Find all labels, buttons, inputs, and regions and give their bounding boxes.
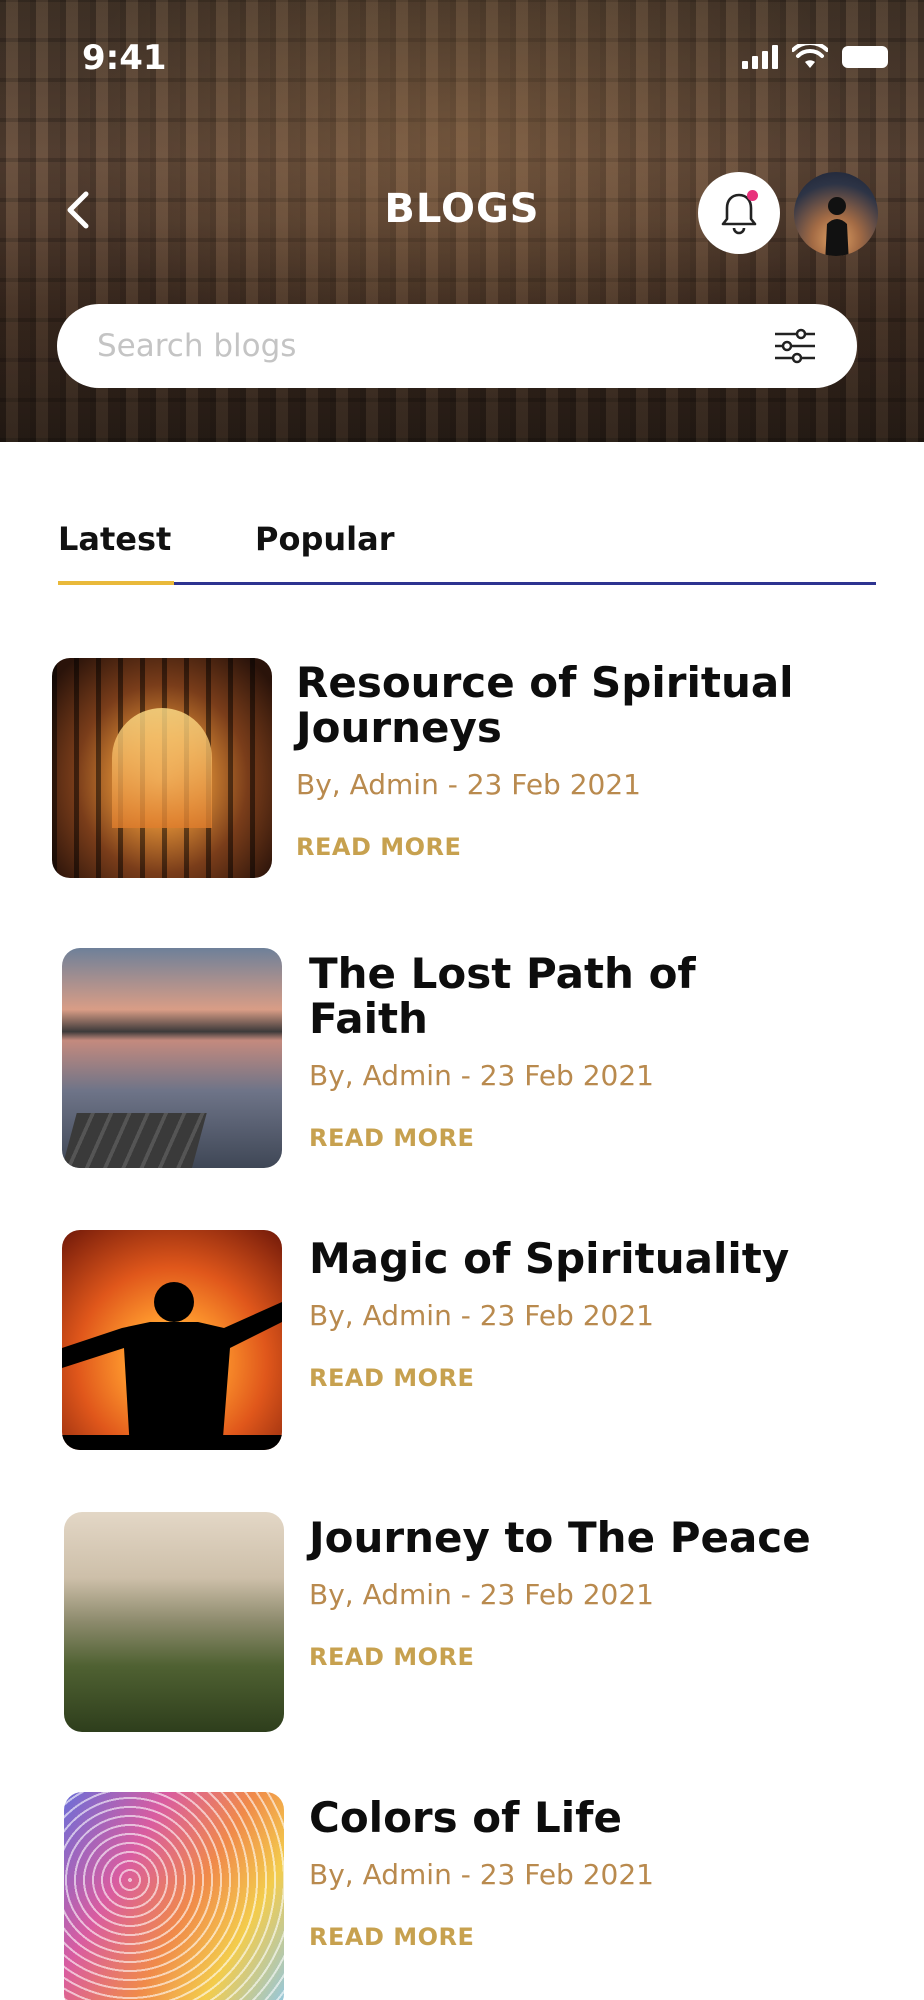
battery-icon	[842, 46, 888, 68]
blog-meta: By, Admin - 23 Feb 2021	[309, 1858, 654, 1891]
search-bar[interactable]	[57, 304, 857, 388]
tab-active-indicator	[58, 581, 174, 585]
blog-thumbnail	[62, 948, 282, 1168]
avatar-silhouette	[825, 197, 849, 256]
blog-title: The Lost Path of Faith	[309, 949, 696, 1043]
blog-thumbnail	[64, 1792, 284, 2000]
read-more-link[interactable]: READ MORE	[309, 1643, 474, 1671]
blog-item-resource-of-spiritual-journeys[interactable]: Resource of Spiritual Journeys By, Admin…	[0, 656, 924, 886]
status-bar: 9:41	[0, 0, 924, 110]
blog-thumbnail	[62, 1230, 282, 1450]
cellular-signal-icon	[742, 45, 778, 69]
read-more-link[interactable]: READ MORE	[296, 833, 461, 861]
blog-title: Resource of Spiritual Journeys	[296, 658, 794, 752]
blog-title: Journey to The Peace	[309, 1513, 811, 1562]
search-input[interactable]	[97, 328, 717, 364]
tab-latest[interactable]: Latest	[58, 520, 171, 558]
tab-bar: Latest Popular	[58, 512, 876, 588]
read-more-link[interactable]: READ MORE	[309, 1124, 474, 1152]
blog-thumbnail	[52, 658, 272, 878]
wifi-icon	[792, 44, 828, 68]
tab-popular[interactable]: Popular	[255, 520, 394, 558]
blog-thumbnail	[64, 1512, 284, 1732]
notification-dot	[747, 190, 758, 201]
avatar[interactable]	[794, 172, 878, 256]
filter-icon[interactable]	[773, 328, 817, 364]
blog-item-the-lost-path-of-faith[interactable]: The Lost Path of Faith By, Admin - 23 Fe…	[0, 948, 924, 1178]
blog-meta: By, Admin - 23 Feb 2021	[309, 1059, 654, 1092]
blog-meta: By, Admin - 23 Feb 2021	[309, 1578, 654, 1611]
blog-item-colors-of-life[interactable]: Colors of Life By, Admin - 23 Feb 2021 R…	[0, 1792, 924, 2000]
status-icons	[742, 44, 888, 70]
read-more-link[interactable]: READ MORE	[309, 1923, 474, 1951]
nav-bar: BLOGS	[0, 160, 924, 260]
blog-item-journey-to-the-peace[interactable]: Journey to The Peace By, Admin - 23 Feb …	[0, 1512, 924, 1742]
blog-title: Colors of Life	[309, 1793, 622, 1842]
notification-button[interactable]	[698, 172, 780, 254]
read-more-link[interactable]: READ MORE	[309, 1364, 474, 1392]
blog-meta: By, Admin - 23 Feb 2021	[296, 768, 641, 801]
blog-meta: By, Admin - 23 Feb 2021	[309, 1299, 654, 1332]
page-title: BLOGS	[384, 186, 540, 232]
status-time: 9:41	[82, 38, 167, 78]
silhouette-figure	[62, 1282, 282, 1450]
tab-divider	[58, 582, 876, 585]
blog-title: Magic of Spirituality	[309, 1234, 790, 1283]
blog-item-magic-of-spirituality[interactable]: Magic of Spirituality By, Admin - 23 Feb…	[0, 1230, 924, 1460]
header-banner: 9:41 BLOGS	[0, 0, 924, 442]
